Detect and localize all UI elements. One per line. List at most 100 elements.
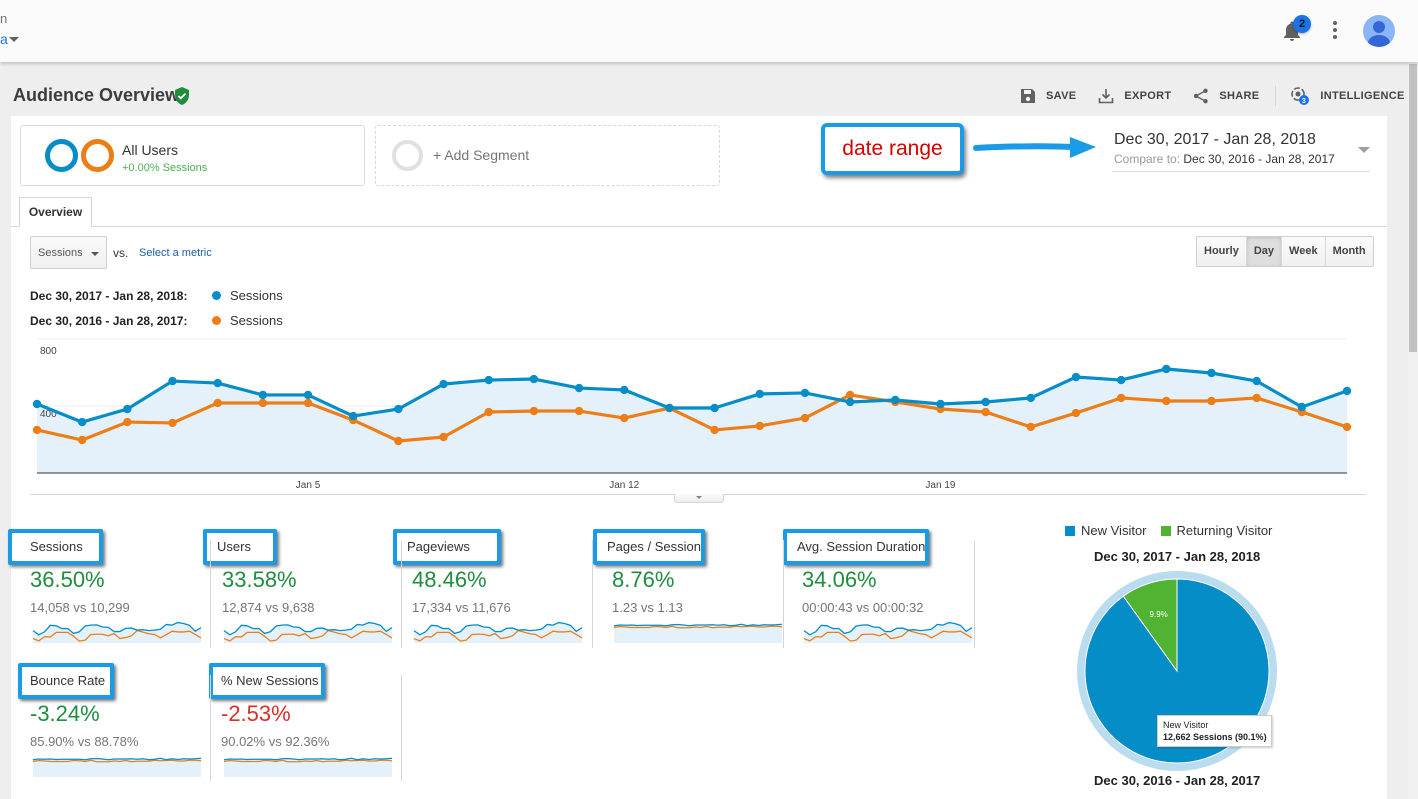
series-previous-point (710, 425, 719, 435)
series-previous-point (303, 398, 313, 408)
series-current-point (394, 404, 403, 414)
view-selector[interactable]: a (0, 31, 8, 47)
series-previous-point (981, 407, 990, 417)
metric-divider (401, 540, 402, 648)
series-current-point (258, 390, 268, 400)
metric-card-sessions[interactable]: Sessions 36.50% 14,058 vs 10,299 (8, 529, 202, 649)
metric-label[interactable]: Pageviews (393, 529, 501, 565)
segment-title: All Users (122, 142, 179, 158)
series-previous-point (755, 421, 764, 431)
metric-divider (401, 675, 402, 781)
metric-card-new-sessions[interactable]: % New Sessions -2.53% 90.02% vs 92.36% (209, 663, 399, 783)
series-current-point (77, 417, 87, 427)
metric-compare: 17,334 vs 11,676 (412, 600, 511, 615)
series-previous-point (620, 413, 629, 423)
series-current-point (1162, 364, 1171, 374)
series-previous-point (800, 413, 810, 423)
sparkline-current (32, 757, 202, 761)
legend-dot-icon (212, 316, 221, 325)
chart-collapse-handle[interactable] (674, 494, 724, 503)
metric-card-pageviews[interactable]: Pageviews 48.46% 17,334 vs 11,676 (393, 529, 583, 649)
series-current-point (1026, 393, 1035, 403)
series-previous-point (484, 407, 493, 417)
granularity-hourly-button[interactable]: Hourly (1197, 237, 1246, 266)
segment-ring-current-icon (45, 139, 78, 172)
compare-label: Compare to: (1114, 152, 1181, 166)
series-previous-point (168, 418, 177, 428)
notification-badge[interactable]: 2 (1293, 15, 1311, 33)
metric-dropdown[interactable]: Sessions (30, 236, 107, 269)
tooltip-value: 12,662 Sessions (90.1%) (1163, 732, 1267, 742)
account-label: n (0, 11, 8, 26)
metric-label[interactable]: Avg. Session Duration (783, 529, 929, 565)
add-segment-button[interactable]: + Add Segment (375, 125, 720, 186)
verified-shield-icon (175, 87, 189, 105)
pie-legend-returning: Returning Visitor (1176, 523, 1273, 538)
metric-label[interactable]: Pages / Session (593, 529, 705, 565)
metric-label[interactable]: Bounce Rate (18, 663, 114, 699)
export-button[interactable]: EXPORT (1098, 88, 1171, 104)
series-previous-point (1252, 393, 1261, 403)
series-previous-point (123, 417, 132, 427)
metric-change: 8.76% (612, 567, 675, 592)
segment-all-users[interactable]: All Users +0.00% Sessions (20, 125, 365, 186)
series-current-area (37, 368, 1347, 473)
select-metric-link[interactable]: Select a metric (139, 247, 212, 259)
save-button[interactable]: SAVE (1020, 88, 1076, 104)
metric-card-pages-session[interactable]: Pages / Session 8.76% 1.23 vs 1.13 (593, 529, 783, 649)
intelligence-label: INTELLIGENCE (1320, 90, 1405, 102)
series-current-point (800, 388, 810, 398)
y-tick-label: 800 (40, 346, 57, 357)
granularity-week-button[interactable]: Week (1281, 237, 1325, 266)
series-current-point (574, 383, 584, 393)
chevron-down-icon[interactable] (1358, 147, 1370, 153)
series-current-point (1116, 375, 1126, 385)
metric-card-avg-session-duration[interactable]: Avg. Session Duration 34.06% 00:00:43 vs 0… (783, 529, 973, 649)
save-icon (1021, 89, 1035, 103)
segment-placeholder-ring-icon (392, 140, 423, 171)
metric-divider (974, 540, 975, 648)
share-icon (1194, 88, 1209, 104)
series-current-point (529, 374, 539, 384)
series-previous-point (1162, 396, 1171, 406)
series-current-point (123, 404, 132, 414)
page-scrollbar[interactable] (1408, 62, 1418, 799)
series-current-point (755, 389, 764, 399)
intelligence-button[interactable]: 3 INTELLIGENCE (1290, 86, 1404, 106)
series-current-point (1342, 386, 1352, 396)
metric-divider (783, 540, 784, 648)
date-range-current: Dec 30, 2017 - Jan 28, 2018 (1114, 131, 1316, 148)
series-current-point (1297, 402, 1307, 412)
metric-sparkline (223, 621, 393, 643)
account-avatar-icon[interactable] (1363, 15, 1395, 47)
legend-metric: Sessions (230, 288, 283, 303)
metric-card-bounce-rate[interactable]: Bounce Rate -3.24% 85.90% vs 88.78% (18, 663, 208, 783)
scrollbar-thumb[interactable] (1409, 64, 1417, 352)
metric-label[interactable]: Sessions (8, 529, 103, 565)
pie-title-previous: Dec 30, 2016 - Jan 28, 2017 (1094, 773, 1261, 788)
more-vert-icon[interactable] (1330, 21, 1340, 41)
chart-legend-current: Dec 30, 2017 - Jan 28, 2018: Sessions (30, 288, 283, 303)
save-label: SAVE (1046, 90, 1077, 102)
granularity-day-button[interactable]: Day (1245, 237, 1282, 266)
series-previous-point (1342, 422, 1352, 432)
metric-label[interactable]: % New Sessions (209, 663, 325, 699)
series-previous-point (1207, 396, 1216, 406)
series-current-point (1252, 376, 1261, 386)
metric-divider (592, 540, 593, 648)
date-range-picker[interactable]: Dec 30, 2017 - Jan 28, 2018 Compare to: … (1112, 126, 1370, 172)
granularity-month-button[interactable]: Month (1324, 237, 1373, 266)
tab-overview[interactable]: Overview (19, 197, 92, 227)
series-previous-point (574, 406, 584, 416)
view-selector-caret-icon[interactable] (9, 37, 19, 42)
legend-dot-icon (212, 291, 221, 300)
sessions-line-chart[interactable]: 400800Jan 5 Jan 12 Jan 19 (30, 335, 1366, 495)
series-current-point (891, 395, 900, 405)
series-current-point (168, 376, 177, 386)
metric-compare: 14,058 vs 10,299 (30, 600, 130, 615)
series-current-point (439, 379, 448, 389)
metric-label[interactable]: Users (203, 529, 277, 565)
series-current-point (1071, 372, 1081, 382)
metric-card-users[interactable]: Users 33.58% 12,874 vs 9,638 (203, 529, 393, 649)
share-button[interactable]: SHARE (1193, 88, 1259, 104)
